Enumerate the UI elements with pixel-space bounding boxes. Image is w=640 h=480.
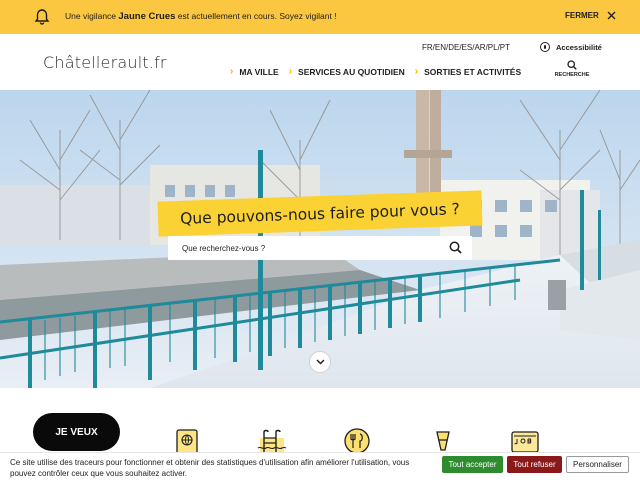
nav-item-services[interactable]: › SERVICES AU QUOTIDIEN: [289, 66, 405, 77]
cocktail-icon[interactable]: [428, 428, 458, 454]
hero-search-submit[interactable]: [449, 241, 462, 259]
hero-search-input[interactable]: [168, 237, 438, 259]
scroll-down-button[interactable]: [309, 351, 331, 373]
bell-icon: [33, 8, 51, 26]
accessibility-icon: [540, 42, 550, 52]
accept-all-button[interactable]: Tout accepter: [442, 456, 503, 473]
nav-item-label: SERVICES AU QUOTIDIEN: [298, 66, 405, 77]
alert-close-label: FERMER: [565, 11, 599, 20]
alert-close-button[interactable]: FERMER: [565, 11, 616, 20]
alert-prefix: Une vigilance: [65, 11, 119, 21]
chevron-right-icon: ›: [414, 66, 419, 77]
nav-item-ma-ville[interactable]: › MA VILLE: [230, 66, 279, 77]
site-header: Châtellerault.fr FR/EN/DE/ES/AR/PL/PT Ac…: [0, 34, 640, 90]
je-veux-button[interactable]: JE VEUX: [33, 413, 120, 451]
refuse-all-button[interactable]: Tout refuser: [507, 456, 562, 473]
accessibility-link[interactable]: Accessibilité: [540, 42, 602, 52]
alert-message: Une vigilance Jaune Crues est actuelleme…: [65, 11, 337, 22]
chevron-down-icon: [316, 359, 324, 365]
cookie-message: Ce site utilise des traceurs pour foncti…: [10, 458, 410, 478]
passport-icon[interactable]: [172, 428, 202, 455]
nav-item-sorties[interactable]: › SORTIES ET ACTIVITÉS: [415, 66, 521, 77]
job-icon[interactable]: [510, 428, 540, 454]
customize-button[interactable]: Personnaliser: [566, 456, 629, 473]
close-icon: [607, 11, 616, 20]
restaurant-icon[interactable]: [342, 428, 372, 454]
alert-suffix: est actuellement en cours. Soyez vigilan…: [175, 11, 337, 21]
site-logo[interactable]: Châtellerault.fr: [43, 53, 167, 72]
header-search-button[interactable]: RECHERCHE: [552, 60, 592, 78]
chevron-right-icon: ›: [230, 66, 234, 77]
nav-item-label: MA VILLE: [239, 66, 279, 77]
language-selector[interactable]: FR/EN/DE/ES/AR/PL/PT: [422, 43, 510, 52]
chevron-right-icon: ›: [288, 66, 293, 77]
search-label: RECHERCHE: [554, 72, 590, 78]
nav-item-label: SORTIES ET ACTIVITÉS: [424, 66, 522, 77]
alert-level: Jaune Crues: [118, 11, 176, 22]
search-icon: [567, 60, 577, 70]
main-navigation: › MA VILLE › SERVICES AU QUOTIDIEN › SOR…: [230, 66, 521, 77]
pool-icon[interactable]: [256, 428, 287, 454]
hero-banner: Que pouvons-nous faire pour vous ?: [0, 90, 640, 388]
accessibility-label: Accessibilité: [556, 42, 602, 52]
search-icon: [449, 241, 462, 254]
hero-search-box: [168, 236, 472, 260]
vigilance-alert-bar: Une vigilance Jaune Crues est actuelleme…: [0, 0, 640, 34]
